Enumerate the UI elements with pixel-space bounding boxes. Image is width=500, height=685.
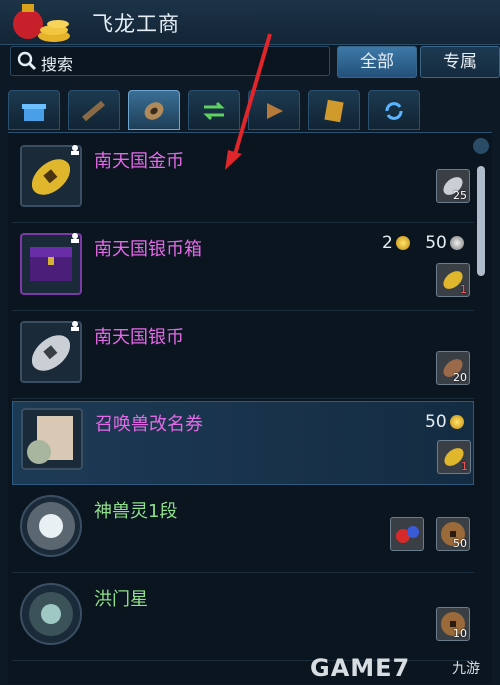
price: 50 bbox=[425, 412, 464, 432]
gem-icon[interactable] bbox=[390, 517, 424, 551]
person-icon bbox=[71, 233, 79, 243]
silver-coin-item-icon bbox=[20, 321, 82, 383]
cost-count: 50 bbox=[453, 537, 467, 550]
list-item[interactable]: 洪门星 10 bbox=[12, 577, 474, 661]
coin-icon bbox=[144, 102, 164, 120]
hongmen-star-item-icon bbox=[20, 583, 82, 645]
cost-count: 10 bbox=[453, 627, 467, 640]
copper-coin-icon[interactable]: 10 bbox=[436, 607, 470, 641]
search-icon bbox=[17, 51, 37, 71]
treasure-bag-icon bbox=[13, 4, 70, 42]
gold-coin-icon bbox=[449, 415, 464, 429]
gift-box-icon bbox=[22, 104, 46, 121]
tab-refresh[interactable] bbox=[368, 90, 420, 130]
item-name: 召唤兽改名券 bbox=[95, 414, 203, 435]
gold-coin-icon[interactable]: 1 bbox=[436, 263, 470, 297]
silver-price: 50 bbox=[425, 233, 447, 253]
search-label: 搜索 bbox=[41, 55, 74, 74]
gold-price: 2 bbox=[382, 233, 393, 253]
watermark-suffix: 九游 bbox=[452, 661, 480, 677]
cost-count: 1 bbox=[460, 283, 467, 296]
tab-gift[interactable] bbox=[8, 90, 60, 130]
tab-coin[interactable] bbox=[128, 90, 180, 130]
list-item[interactable]: 南天国银币 20 bbox=[12, 315, 474, 399]
window-title: 飞龙工商 bbox=[92, 12, 180, 36]
rename-ticket-item-icon bbox=[21, 408, 83, 470]
tab-book[interactable] bbox=[308, 90, 360, 130]
item-name: 洪门星 bbox=[94, 589, 148, 610]
item-name: 南天国银币 bbox=[94, 327, 184, 348]
silver-coin-icon[interactable]: 25 bbox=[436, 169, 470, 203]
copper-coin-icon[interactable]: 20 bbox=[436, 351, 470, 385]
gold-coin-icon[interactable]: 1 bbox=[437, 440, 471, 474]
title-bar: 飞龙工商 bbox=[0, 0, 500, 45]
scroll-thumb[interactable] bbox=[477, 166, 485, 276]
gold-coin-item-icon bbox=[20, 145, 82, 207]
gold-price: 50 bbox=[425, 412, 447, 432]
cost-count: 1 bbox=[461, 460, 468, 473]
beast-spirit-item-icon bbox=[20, 495, 82, 557]
watermark-logo: GAME7 bbox=[310, 654, 411, 682]
item-name: 南天国银币箱 bbox=[94, 239, 202, 260]
category-tabs bbox=[8, 90, 488, 132]
item-name: 神兽灵1段 bbox=[94, 501, 178, 522]
item-name: 南天国金币 bbox=[94, 151, 184, 172]
tab-weapon[interactable] bbox=[68, 90, 120, 130]
play-arrow-icon bbox=[267, 103, 283, 119]
weapon-icon bbox=[82, 100, 105, 122]
tab-play[interactable] bbox=[248, 90, 300, 130]
person-icon bbox=[71, 321, 79, 331]
tab-exchange[interactable] bbox=[188, 90, 240, 130]
search-input[interactable]: 搜索 bbox=[10, 46, 330, 76]
scope-own-button[interactable]: 专属 bbox=[420, 46, 500, 78]
exchange-arrows-icon bbox=[203, 101, 225, 121]
cost-count: 20 bbox=[453, 371, 467, 384]
copper-coin-icon[interactable]: 50 bbox=[436, 517, 470, 551]
list-item[interactable]: 南天国金币 25 bbox=[12, 139, 474, 223]
list-item[interactable]: 神兽灵1段 50 bbox=[12, 489, 474, 573]
silver-chest-item-icon bbox=[20, 233, 82, 295]
price: 2 50 bbox=[382, 233, 464, 253]
item-list: 南天国金币 25 南天国银币箱 2 50 1 南天国银币 20 召唤兽改名券 5… bbox=[8, 132, 492, 684]
scope-all-button[interactable]: 全部 bbox=[337, 46, 417, 78]
list-item-selected[interactable]: 召唤兽改名券 50 1 bbox=[12, 401, 474, 485]
scroll-up-icon[interactable] bbox=[473, 138, 489, 154]
gold-coin-icon bbox=[395, 236, 410, 250]
silver-coin-icon bbox=[449, 236, 464, 250]
refresh-icon bbox=[385, 102, 403, 120]
cost-count: 25 bbox=[453, 189, 467, 202]
person-icon bbox=[71, 145, 79, 155]
scrollbar[interactable] bbox=[472, 138, 490, 683]
book-icon bbox=[324, 99, 344, 123]
list-item[interactable]: 南天国银币箱 2 50 1 bbox=[12, 227, 474, 311]
